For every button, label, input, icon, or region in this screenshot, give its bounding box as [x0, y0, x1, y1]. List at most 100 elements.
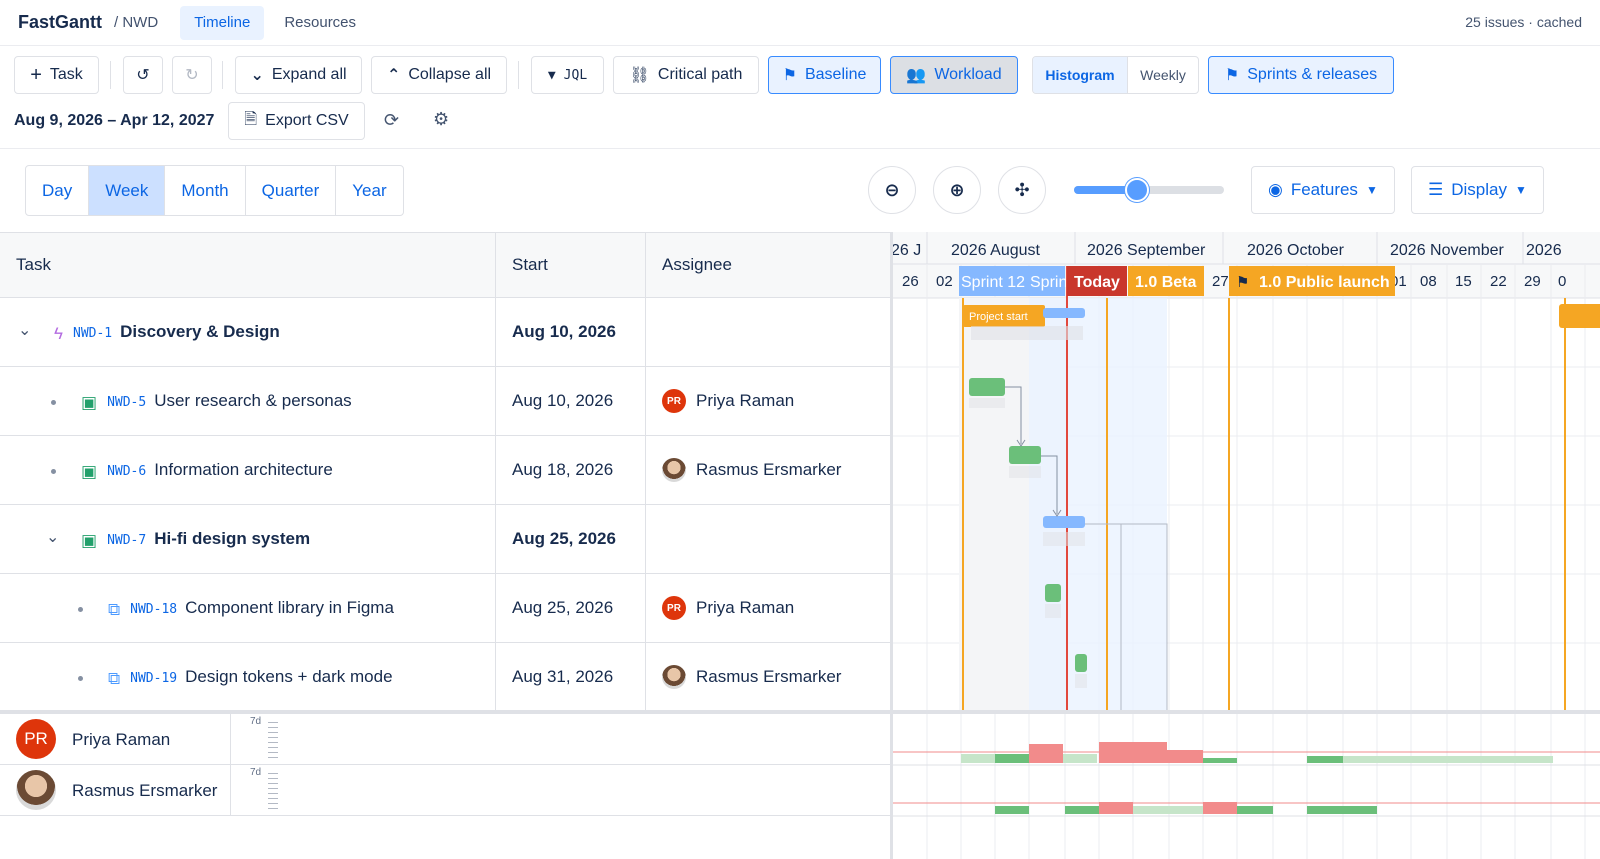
csv-file-icon: 🗎: [244, 110, 258, 128]
month-label: 2026: [1526, 242, 1562, 259]
workload-bar: [995, 754, 1029, 763]
month-label: 26 J: [893, 242, 921, 259]
issue-key[interactable]: NWD-5: [107, 395, 146, 410]
task-bar-nwd-19[interactable]: [1075, 654, 1087, 672]
histogram-mode-toggle: Histogram Weekly: [1032, 56, 1199, 94]
assignee-name: Rasmus Ersmarker: [696, 667, 842, 686]
column-header-assignee[interactable]: Assignee: [662, 255, 732, 275]
baseline-bar: [1075, 674, 1087, 688]
table-row[interactable]: ⌄ ▣ NWD-7 Hi-fi design system Aug 25, 2026: [0, 505, 890, 574]
issue-key[interactable]: NWD-7: [107, 533, 146, 548]
workload-bar: [1063, 754, 1097, 763]
avatar: PR: [662, 596, 686, 620]
story-icon: ▣: [81, 462, 98, 481]
export-csv-button[interactable]: 🗎 Export CSV: [228, 102, 365, 140]
timeline-panel[interactable]: 26 J 2026 August 2026 September 2026 Oct…: [890, 232, 1600, 710]
timeline-canvas[interactable]: 26 J 2026 August 2026 September 2026 Oct…: [893, 232, 1600, 710]
workload-bar: [1133, 806, 1203, 814]
start-date: Aug 25, 2026: [512, 598, 614, 617]
zoom-slider[interactable]: [1074, 178, 1224, 202]
zoom-out-button[interactable]: ⊖: [868, 166, 916, 214]
bullet: [51, 469, 56, 474]
table-row[interactable]: ⌄ ϟ NWD-1 Discovery & Design Aug 10, 2026: [0, 298, 890, 367]
issue-key[interactable]: NWD-6: [107, 464, 146, 479]
refresh-icon[interactable]: ⟳: [384, 110, 399, 131]
task-bar-nwd-5[interactable]: [969, 378, 1005, 396]
sliders-icon: ☰: [1428, 180, 1444, 199]
gear-icon[interactable]: ⚙: [433, 109, 449, 130]
display-dropdown[interactable]: ☰ Display ▼: [1411, 166, 1544, 214]
tab-resources[interactable]: Resources: [270, 6, 370, 40]
undo-button[interactable]: ↺: [123, 56, 163, 94]
add-task-button[interactable]: + Task: [14, 56, 99, 94]
jql-filter-button[interactable]: ▼ JQL: [531, 56, 604, 94]
issue-key[interactable]: NWD-19: [130, 671, 177, 686]
workload-bar: [1307, 806, 1377, 814]
fit-to-screen-button[interactable]: ✣: [998, 166, 1046, 214]
issue-key[interactable]: NWD-18: [130, 602, 177, 617]
resource-row[interactable]: PR Priya Raman 7d: [0, 714, 890, 765]
expand-all-button[interactable]: ⌄ Expand all: [235, 56, 362, 94]
month-label: 2026 November: [1390, 242, 1505, 259]
month-label: 2026 September: [1087, 242, 1206, 259]
critical-path-button[interactable]: ⛓ Critical path: [613, 56, 759, 94]
resource-name: Rasmus Ersmarker: [72, 781, 218, 800]
overload-bar: [1167, 750, 1203, 763]
future-release-chip[interactable]: [1559, 304, 1600, 328]
launch-label: 1.0 Public launch: [1259, 274, 1390, 291]
column-divider: [230, 714, 231, 765]
divider: [0, 148, 1600, 149]
table-row[interactable]: ⧉ NWD-18 Component library in Figma Aug 25…: [0, 574, 890, 643]
sprint-next-label: Sprin: [1030, 274, 1067, 291]
column-header-task[interactable]: Task: [16, 255, 51, 275]
caret-down-icon: ▼: [1515, 183, 1527, 197]
double-chevron-up-icon: ⌃: [386, 67, 401, 84]
assignee-name: Rasmus Ersmarker: [696, 460, 842, 479]
capacity-label: 7d: [250, 716, 262, 727]
redo-button[interactable]: ↻: [172, 56, 212, 94]
issues-status: 25 issues · cached: [1465, 14, 1582, 30]
avatar: [662, 665, 686, 689]
chevron-down-icon[interactable]: ⌄: [46, 527, 59, 547]
summary-bar-nwd-7[interactable]: [1043, 516, 1085, 528]
zoom-in-icon: ⊕: [949, 179, 965, 200]
zoom-slider-handle[interactable]: [1125, 178, 1149, 202]
histogram-option[interactable]: Histogram: [1033, 57, 1128, 93]
issue-key[interactable]: NWD-1: [73, 326, 112, 341]
overload-bar: [1099, 802, 1133, 814]
column-header-start[interactable]: Start: [512, 255, 548, 275]
table-row[interactable]: ▣ NWD-6 Information architecture Aug 18, 2…: [0, 436, 890, 505]
bullet: [51, 400, 56, 405]
sprints-releases-button[interactable]: ⚑ Sprints & releases: [1208, 56, 1394, 94]
resource-row[interactable]: Rasmus Ersmarker 7d: [0, 765, 890, 816]
week-label: 15: [1455, 273, 1472, 290]
task-title: Design tokens + dark mode: [185, 667, 393, 686]
table-row[interactable]: ▣ NWD-5 User research & personas Aug 10, 2…: [0, 367, 890, 436]
avatar: [16, 770, 56, 810]
scale-year[interactable]: Year: [336, 166, 402, 215]
tab-timeline[interactable]: Timeline: [180, 5, 265, 40]
start-date: Aug 18, 2026: [512, 460, 614, 479]
collapse-all-button[interactable]: ⌃ Collapse all: [371, 56, 507, 94]
task-bar-nwd-6[interactable]: [1009, 446, 1041, 464]
compress-icon: ✣: [1014, 179, 1030, 200]
baseline-bar: [1045, 604, 1061, 618]
project-key[interactable]: / NWD: [114, 14, 158, 31]
baseline-button[interactable]: ⚑ Baseline: [768, 56, 881, 94]
task-title: User research & personas: [154, 391, 352, 410]
epic-bar[interactable]: [1043, 308, 1085, 318]
scale-day[interactable]: Day: [26, 166, 90, 215]
brand-logo[interactable]: FastGantt: [18, 12, 102, 33]
workload-button[interactable]: 👥 Workload: [890, 56, 1018, 94]
features-dropdown[interactable]: ◉ Features ▼: [1251, 166, 1395, 214]
weekly-option[interactable]: Weekly: [1128, 57, 1198, 93]
zoom-in-button[interactable]: ⊕: [933, 166, 981, 214]
task-bar-nwd-18[interactable]: [1045, 584, 1061, 602]
chevron-down-icon[interactable]: ⌄: [18, 320, 31, 340]
scale-week[interactable]: Week: [89, 166, 166, 215]
scale-month[interactable]: Month: [165, 166, 246, 215]
undo-icon: ↺: [136, 67, 150, 84]
bullet: [78, 607, 83, 612]
table-row[interactable]: ⧉ NWD-19 Design tokens + dark mode Aug 31,…: [0, 643, 890, 712]
scale-quarter[interactable]: Quarter: [246, 166, 337, 215]
